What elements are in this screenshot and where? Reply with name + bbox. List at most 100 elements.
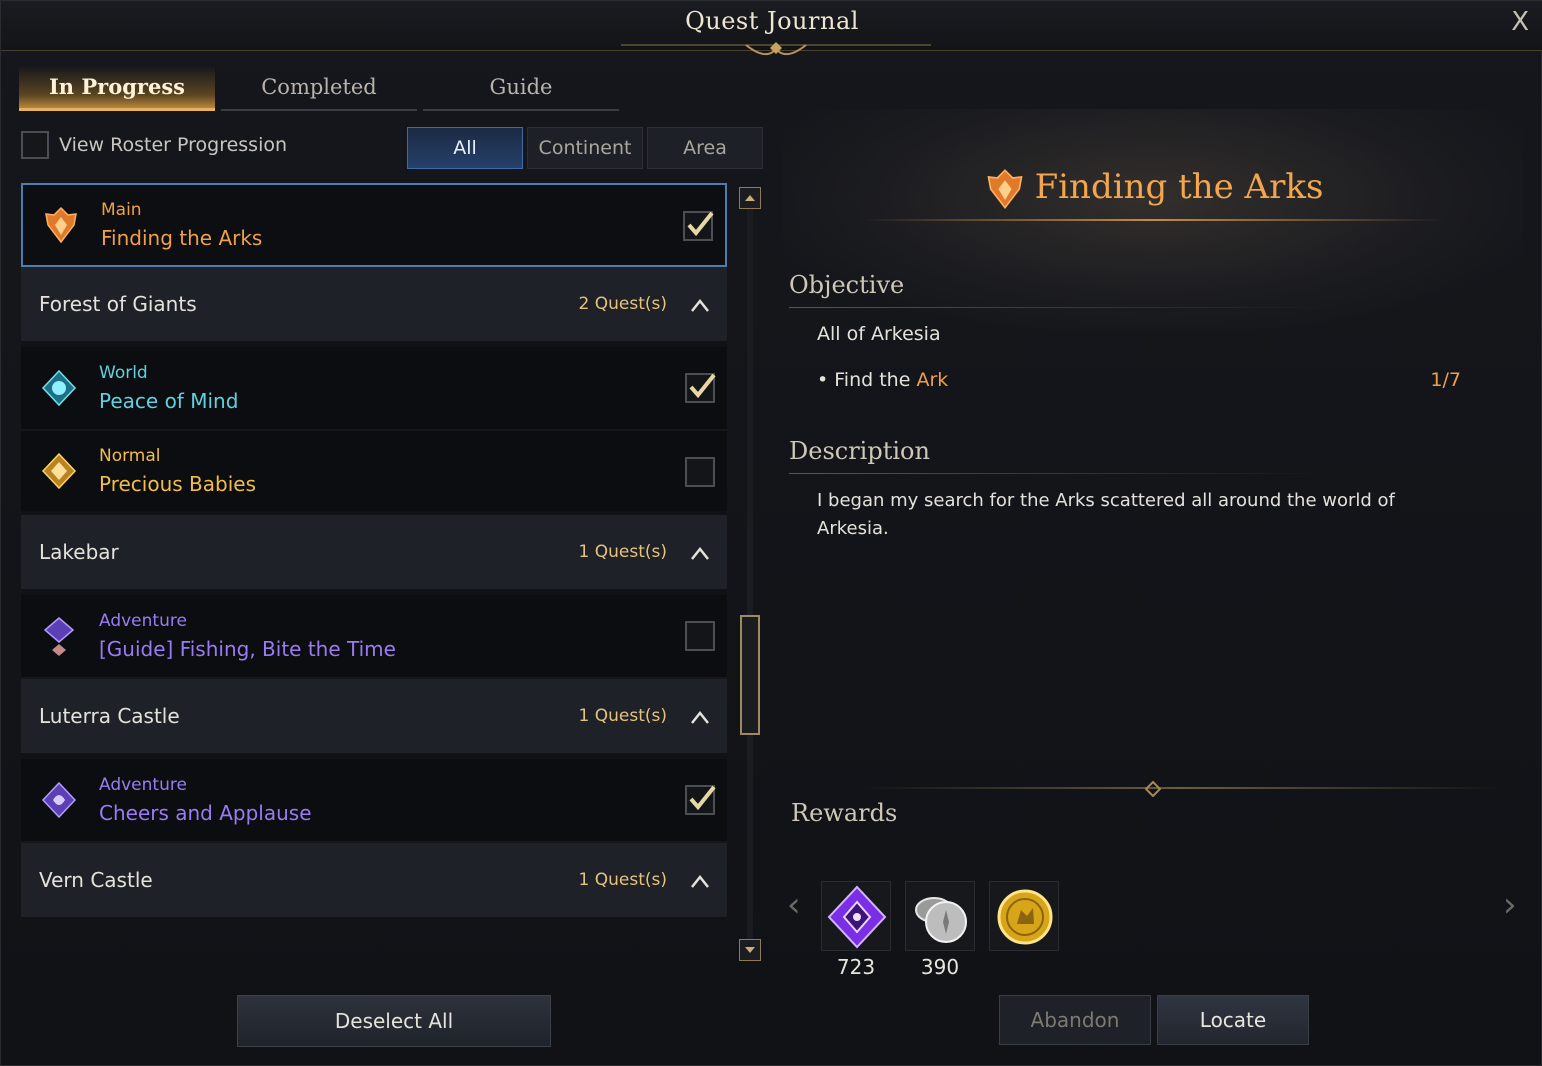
reward-slot-2[interactable]: [905, 881, 975, 951]
normal-quest-icon: [41, 452, 77, 490]
quest-track-checkbox[interactable]: [685, 785, 716, 815]
adventure-quest-icon: [43, 617, 75, 656]
objective-divider: [789, 307, 1329, 308]
quest-name: [Guide] Fishing, Bite the Time: [99, 637, 396, 661]
rewards-divider: [863, 787, 1503, 789]
detail-quest-title: Finding the Arks: [783, 167, 1523, 211]
tab-completed[interactable]: Completed: [221, 65, 417, 111]
quest-journal-window: Quest Journal X In Progress Completed Gu…: [0, 0, 1542, 1066]
filter-area[interactable]: Area: [647, 127, 763, 169]
abandon-button[interactable]: Abandon: [999, 995, 1151, 1045]
title-bar: Quest Journal X: [1, 1, 1542, 56]
chevron-up-icon[interactable]: [689, 707, 711, 729]
objective-task-highlight: Ark: [916, 369, 949, 391]
quest-detail-panel: Finding the Arks Objective All of Arkesi…: [783, 109, 1523, 1049]
scroll-track[interactable]: [747, 209, 753, 939]
reward-count-1: 723: [836, 955, 876, 979]
objective-task-text: Find the: [834, 369, 917, 391]
quest-type: Adventure: [99, 611, 187, 631]
scroll-down-button[interactable]: [739, 939, 761, 961]
detail-title-text: Finding the Arks: [1034, 167, 1324, 207]
objective-progress: 1/7: [1430, 369, 1461, 391]
deselect-all-button[interactable]: Deselect All: [237, 995, 551, 1047]
chevron-up-icon[interactable]: [689, 871, 711, 893]
reward-slot-3[interactable]: [989, 881, 1059, 951]
world-quest-icon: [41, 369, 77, 407]
objective-bullet: •: [817, 369, 835, 391]
quest-type: Main: [101, 200, 142, 220]
quest-row-precious-babies[interactable]: Normal Precious Babies: [21, 431, 727, 515]
reward-slot-1[interactable]: [821, 881, 891, 951]
quest-track-checkbox[interactable]: [683, 211, 714, 241]
close-button[interactable]: X: [1511, 7, 1529, 37]
quest-track-checkbox[interactable]: [685, 621, 715, 651]
adventure-quest-icon: [41, 781, 77, 819]
purple-crystal-icon: [827, 885, 887, 949]
region-quest-count: 1 Quest(s): [578, 542, 667, 562]
quest-name: Finding the Arks: [101, 226, 263, 250]
tab-guide[interactable]: Guide: [423, 65, 619, 111]
quest-list: Main Finding the Arks Forest of Giants 2…: [21, 183, 727, 963]
rewards-next-arrow[interactable]: ›: [1503, 885, 1517, 925]
rewards-prev-arrow[interactable]: ‹: [787, 885, 801, 925]
objective-area: All of Arkesia: [817, 323, 941, 345]
filter-group: All Continent Area: [407, 127, 763, 169]
roster-toggle[interactable]: View Roster Progression: [21, 131, 287, 159]
region-quest-count: 1 Quest(s): [578, 706, 667, 726]
quest-row-guide-fishing[interactable]: Adventure [Guide] Fishing, Bite the Time: [21, 595, 727, 679]
description-text: I began my search for the Arks scattered…: [817, 490, 1395, 539]
quest-track-checkbox[interactable]: [685, 457, 715, 487]
silver-coins-icon: [915, 897, 967, 943]
main-quest-icon: [45, 206, 77, 244]
roster-label: View Roster Progression: [59, 134, 288, 156]
title-ornament-icon: [621, 42, 931, 56]
main-quest-icon: [987, 169, 1023, 210]
quest-name: Cheers and Applause: [99, 801, 312, 825]
region-name: Luterra Castle: [39, 704, 180, 728]
quest-type: Normal: [99, 446, 161, 466]
checkmark-icon: [689, 785, 716, 811]
region-name: Vern Castle: [39, 868, 153, 892]
rewards-heading: Rewards: [791, 799, 898, 827]
objective-heading: Objective: [789, 271, 905, 299]
region-header-lakebar[interactable]: Lakebar 1 Quest(s): [21, 515, 727, 595]
scroll-thumb[interactable]: [740, 615, 760, 735]
quest-list-scrollbar[interactable]: [739, 187, 761, 961]
tab-bar: In Progress Completed Guide: [19, 65, 619, 111]
filter-all[interactable]: All: [407, 127, 523, 169]
checkmark-icon: [689, 373, 716, 399]
window-title: Quest Journal: [685, 7, 859, 35]
checkmark-icon: [687, 211, 714, 237]
region-name: Forest of Giants: [39, 292, 197, 316]
divider-ornament-icon: [1145, 781, 1161, 797]
quest-name: Peace of Mind: [99, 389, 239, 413]
roster-checkbox[interactable]: [21, 131, 49, 159]
description-divider: [789, 473, 1329, 474]
scroll-up-button[interactable]: [739, 187, 761, 209]
description-heading: Description: [789, 437, 930, 465]
quest-row-peace-of-mind[interactable]: World Peace of Mind: [21, 347, 727, 431]
region-header-luterra-castle[interactable]: Luterra Castle 1 Quest(s): [21, 679, 727, 759]
reward-count-2: 390: [920, 955, 960, 979]
region-quest-count: 2 Quest(s): [578, 294, 667, 314]
quest-row-cheers-and-applause[interactable]: Adventure Cheers and Applause: [21, 759, 727, 843]
region-name: Lakebar: [39, 540, 119, 564]
region-header-forest-of-giants[interactable]: Forest of Giants 2 Quest(s): [21, 267, 727, 347]
gold-medal-icon: [997, 889, 1053, 945]
arrow-down-icon: [745, 947, 755, 953]
filter-continent[interactable]: Continent: [527, 127, 643, 169]
quest-type: Adventure: [99, 775, 187, 795]
chevron-up-icon[interactable]: [689, 295, 711, 317]
quest-type: World: [99, 363, 148, 383]
region-header-vern-castle[interactable]: Vern Castle 1 Quest(s): [21, 843, 727, 923]
locate-button[interactable]: Locate: [1157, 995, 1309, 1045]
tab-in-progress[interactable]: In Progress: [19, 65, 215, 111]
quest-track-checkbox[interactable]: [685, 373, 716, 403]
objective-task: • Find the Ark: [817, 369, 948, 391]
title-divider: [863, 219, 1443, 221]
quest-name: Precious Babies: [99, 472, 256, 496]
chevron-up-icon[interactable]: [689, 543, 711, 565]
quest-row-main[interactable]: Main Finding the Arks: [21, 183, 727, 267]
arrow-up-icon: [745, 195, 755, 201]
region-quest-count: 1 Quest(s): [578, 870, 667, 890]
